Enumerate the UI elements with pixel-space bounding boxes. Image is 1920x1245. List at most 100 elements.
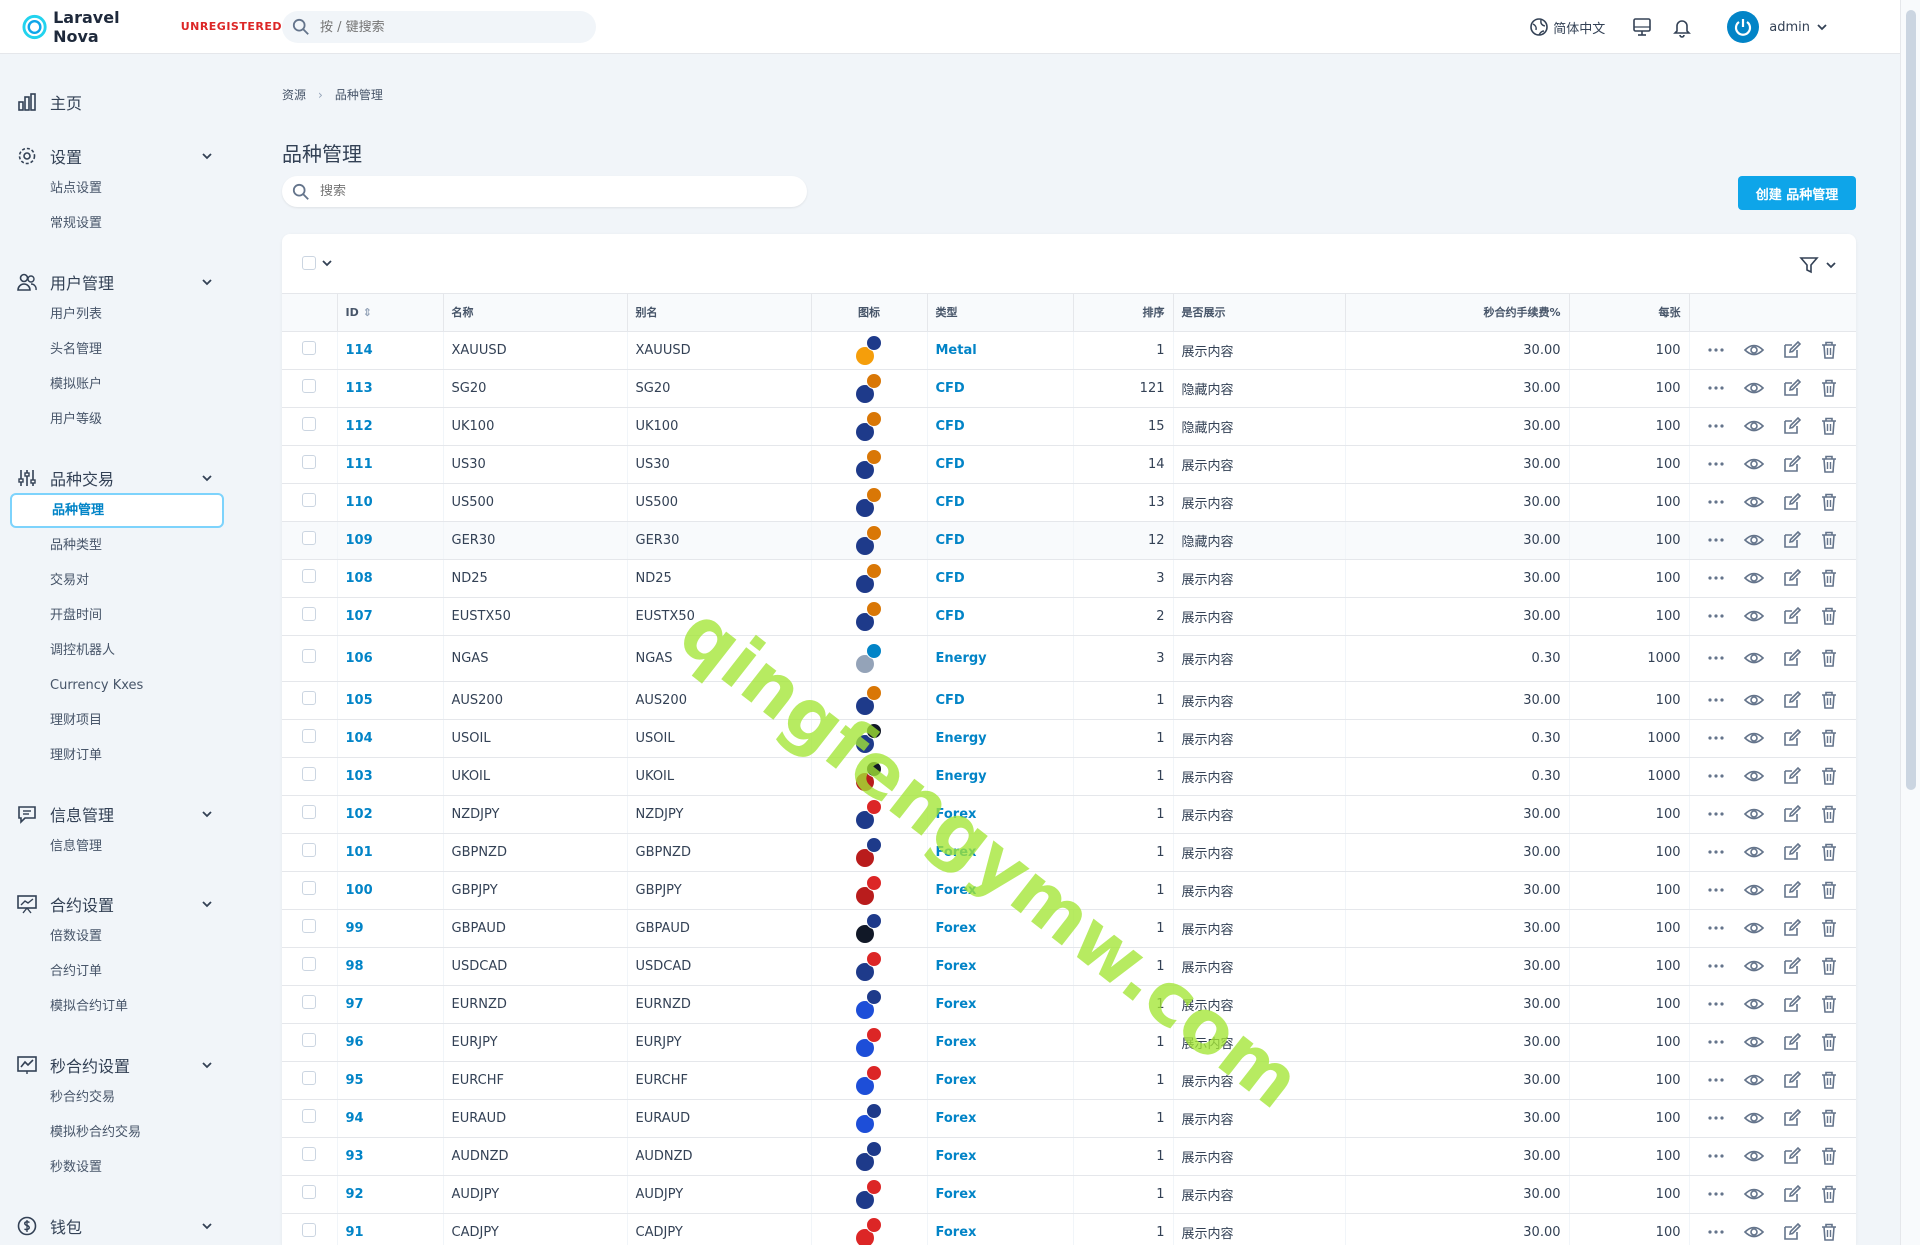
cell-type[interactable]: Metal [927, 331, 1074, 370]
edit-icon[interactable] [1781, 765, 1803, 787]
more-icon[interactable] [1705, 1221, 1727, 1243]
sidebar-item-second-contract-trading[interactable]: 秒合约交易 [0, 1080, 240, 1115]
row-checkbox[interactable] [302, 493, 317, 507]
trash-icon[interactable] [1818, 955, 1840, 977]
row-checkbox[interactable] [302, 417, 317, 431]
more-icon[interactable] [1705, 727, 1727, 749]
sidebar-item-trading-pairs[interactable]: 交易对 [0, 563, 240, 598]
cell-id[interactable]: 106 [337, 635, 444, 682]
cell-type[interactable]: CFD [927, 445, 1074, 484]
view-icon[interactable] [1743, 841, 1765, 863]
more-icon[interactable] [1705, 339, 1727, 361]
cell-type[interactable]: Forex [927, 909, 1074, 948]
trash-icon[interactable] [1818, 917, 1840, 939]
view-icon[interactable] [1743, 917, 1765, 939]
row-checkbox-cell[interactable] [282, 445, 338, 484]
trash-icon[interactable] [1818, 689, 1840, 711]
select-all-dropdown[interactable] [302, 256, 334, 270]
row-checkbox[interactable] [302, 995, 317, 1009]
sidebar-item-finance-orders[interactable]: 理财订单 [0, 738, 240, 773]
resource-search-input[interactable] [320, 184, 760, 199]
edit-icon[interactable] [1781, 993, 1803, 1015]
sidebar-item-control-robot[interactable]: 调控机器人 [0, 633, 240, 668]
view-icon[interactable] [1743, 453, 1765, 475]
row-checkbox[interactable] [302, 569, 317, 583]
cell-type[interactable]: Forex [927, 871, 1074, 910]
trash-icon[interactable] [1818, 491, 1840, 513]
more-icon[interactable] [1705, 567, 1727, 589]
row-checkbox-cell[interactable] [282, 1175, 338, 1214]
sidebar-item-general-settings[interactable]: 常规设置 [0, 206, 240, 241]
cell-id[interactable]: 112 [337, 407, 444, 446]
more-icon[interactable] [1705, 879, 1727, 901]
view-icon[interactable] [1743, 1145, 1765, 1167]
row-checkbox[interactable] [302, 531, 317, 545]
table-row[interactable]: 104 USOIL USOIL Energy 1 展示内容 0.30 1000 [282, 719, 1856, 758]
cell-id[interactable]: 101 [337, 833, 444, 872]
row-checkbox-cell[interactable] [282, 521, 338, 560]
cell-id[interactable]: 97 [337, 985, 444, 1024]
table-row[interactable]: 109 GER30 GER30 CFD 12 隐藏内容 30.00 100 [282, 521, 1856, 560]
view-icon[interactable] [1743, 647, 1765, 669]
user-menu[interactable]: admin [1727, 11, 1828, 43]
cell-type[interactable]: CFD [927, 521, 1074, 560]
more-icon[interactable] [1705, 1031, 1727, 1053]
view-icon[interactable] [1743, 1031, 1765, 1053]
edit-icon[interactable] [1781, 879, 1803, 901]
sort-icon[interactable]: ⇕ [363, 306, 372, 319]
table-row[interactable]: 112 UK100 UK100 CFD 15 隐藏内容 30.00 100 [282, 407, 1856, 446]
cell-type[interactable]: Forex [927, 1213, 1074, 1245]
row-checkbox[interactable] [302, 729, 317, 743]
breadcrumb-root[interactable]: 资源 [282, 86, 306, 103]
edit-icon[interactable] [1781, 1183, 1803, 1205]
trash-icon[interactable] [1818, 1145, 1840, 1167]
trash-icon[interactable] [1818, 879, 1840, 901]
table-row[interactable]: 99 GBPAUD GBPAUD Forex 1 展示内容 30.00 100 [282, 909, 1856, 948]
cell-id[interactable]: 102 [337, 795, 444, 834]
row-checkbox[interactable] [302, 957, 317, 971]
cell-id[interactable]: 110 [337, 483, 444, 522]
trash-icon[interactable] [1818, 415, 1840, 437]
row-checkbox[interactable] [302, 455, 317, 469]
row-checkbox[interactable] [302, 1223, 317, 1237]
row-checkbox-cell[interactable] [282, 871, 338, 910]
more-icon[interactable] [1705, 1145, 1727, 1167]
edit-icon[interactable] [1781, 1145, 1803, 1167]
sidebar-item-seconds-settings[interactable]: 秒数设置 [0, 1150, 240, 1185]
table-row[interactable]: 101 GBPNZD GBPNZD Forex 1 展示内容 30.00 100 [282, 833, 1856, 872]
sidebar-item-demo-second-contract[interactable]: 模拟秒合约交易 [0, 1115, 240, 1150]
row-checkbox[interactable] [302, 1109, 317, 1123]
trash-icon[interactable] [1818, 453, 1840, 475]
cell-id[interactable]: 104 [337, 719, 444, 758]
edit-icon[interactable] [1781, 841, 1803, 863]
scrollbar-thumb[interactable] [1906, 10, 1916, 790]
row-checkbox[interactable] [302, 607, 317, 621]
monitor-icon[interactable] [1631, 16, 1653, 38]
row-checkbox[interactable] [302, 805, 317, 819]
more-icon[interactable] [1705, 917, 1727, 939]
trash-icon[interactable] [1818, 993, 1840, 1015]
nav-group-second-contracts-toggle[interactable]: 秒合约设置 [0, 1050, 240, 1080]
view-icon[interactable] [1743, 1107, 1765, 1129]
edit-icon[interactable] [1781, 1221, 1803, 1243]
cell-id[interactable]: 100 [337, 871, 444, 910]
view-icon[interactable] [1743, 1183, 1765, 1205]
edit-icon[interactable] [1781, 917, 1803, 939]
row-checkbox-cell[interactable] [282, 719, 338, 758]
sidebar-item-opening-hours[interactable]: 开盘时间 [0, 598, 240, 633]
global-search[interactable] [282, 11, 596, 43]
trash-icon[interactable] [1818, 1031, 1840, 1053]
sidebar-item-user-levels[interactable]: 用户等级 [0, 402, 240, 437]
cell-id[interactable]: 103 [337, 757, 444, 796]
table-row[interactable]: 96 EURJPY EURJPY Forex 1 展示内容 30.00 100 [282, 1023, 1856, 1062]
more-icon[interactable] [1705, 377, 1727, 399]
edit-icon[interactable] [1781, 605, 1803, 627]
cell-type[interactable]: Forex [927, 1175, 1074, 1214]
edit-icon[interactable] [1781, 491, 1803, 513]
table-row[interactable]: 92 AUDJPY AUDJPY Forex 1 展示内容 30.00 100 [282, 1175, 1856, 1214]
edit-icon[interactable] [1781, 727, 1803, 749]
cell-id[interactable]: 99 [337, 909, 444, 948]
more-icon[interactable] [1705, 529, 1727, 551]
row-checkbox-cell[interactable] [282, 681, 338, 720]
more-icon[interactable] [1705, 765, 1727, 787]
